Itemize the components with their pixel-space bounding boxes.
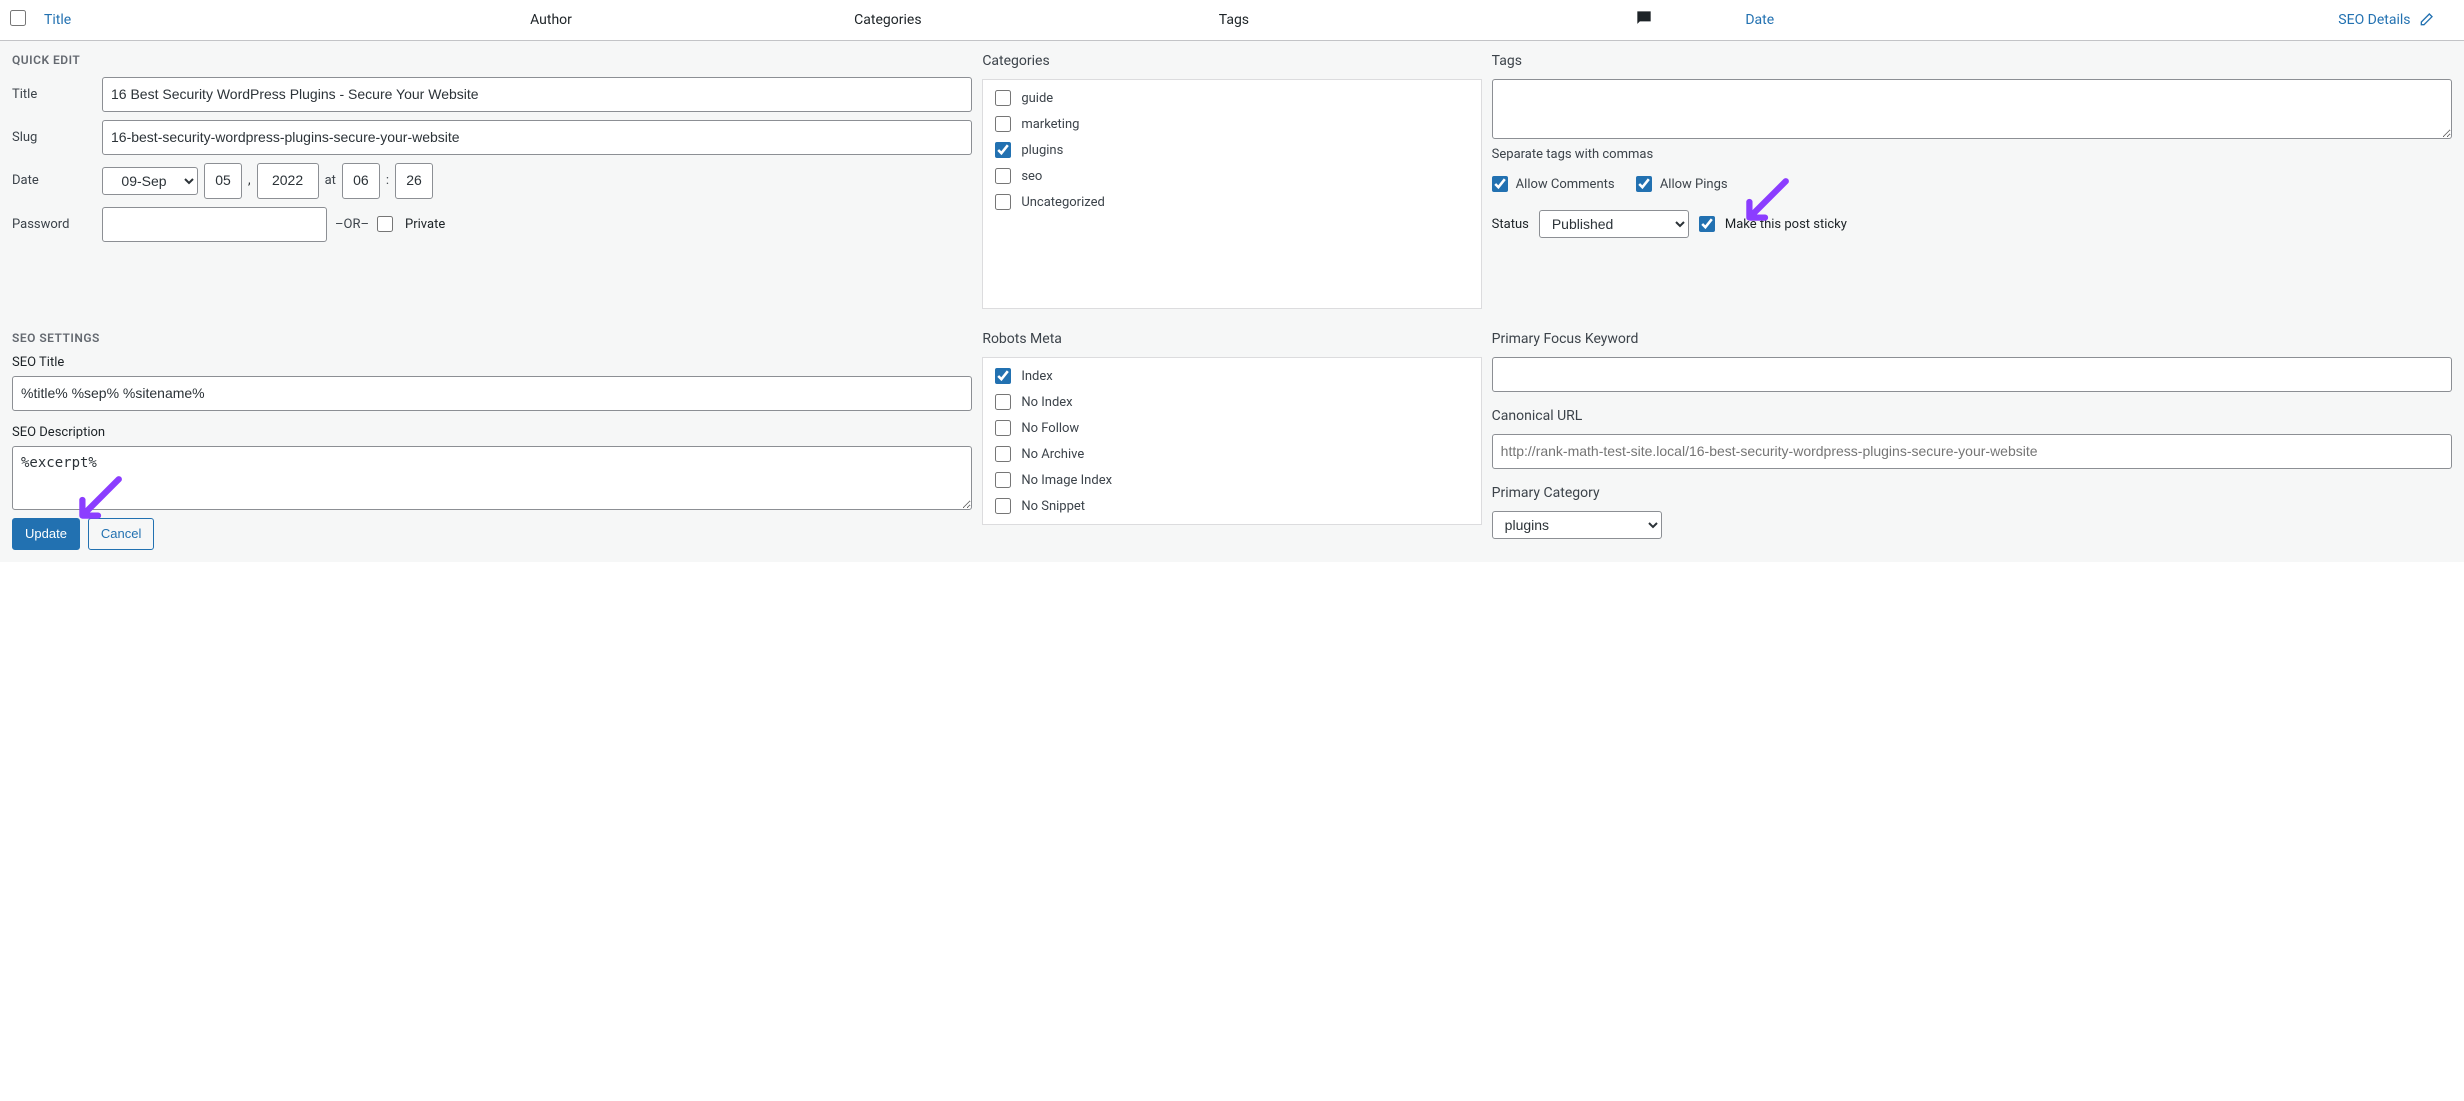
category-label: plugins xyxy=(1021,143,1063,158)
update-button[interactable]: Update xyxy=(12,518,80,550)
robots-item: No Snippet xyxy=(995,498,1468,514)
date-label: Date xyxy=(12,173,94,188)
category-item: marketing xyxy=(995,116,1468,132)
colon-text: : xyxy=(386,173,389,188)
column-author: Author xyxy=(530,12,854,28)
hour-input[interactable] xyxy=(342,163,380,198)
focus-keyword-input[interactable] xyxy=(1492,357,2452,392)
robots-item: No Image Index xyxy=(995,472,1468,488)
robots-checkbox[interactable] xyxy=(995,498,1011,514)
canonical-url-label: Canonical URL xyxy=(1492,408,2452,424)
pencil-icon xyxy=(2418,12,2434,28)
day-input[interactable] xyxy=(204,163,242,198)
seo-settings-heading: SEO SETTINGS xyxy=(12,331,972,345)
categories-heading: Categories xyxy=(982,53,1481,69)
robots-label: No Index xyxy=(1021,395,1072,410)
status-select[interactable]: Published xyxy=(1539,210,1689,238)
category-item: plugins xyxy=(995,142,1468,158)
allow-pings-checkbox[interactable] xyxy=(1636,176,1652,192)
robots-meta-heading: Robots Meta xyxy=(982,331,1481,347)
category-item: Uncategorized xyxy=(995,194,1468,210)
sticky-checkbox[interactable] xyxy=(1699,216,1715,232)
private-label: Private xyxy=(405,217,445,232)
year-input[interactable] xyxy=(257,163,319,198)
robots-item: No Archive xyxy=(995,446,1468,462)
column-title[interactable]: Title xyxy=(44,12,530,28)
category-label: Uncategorized xyxy=(1021,195,1104,210)
robots-label: No Image Index xyxy=(1021,473,1112,488)
column-seo-details[interactable]: SEO Details xyxy=(2029,12,2454,28)
robots-label: No Archive xyxy=(1021,447,1084,462)
category-item: guide xyxy=(995,90,1468,106)
month-select[interactable]: 09-Sep xyxy=(102,167,198,195)
allow-comments-checkbox[interactable] xyxy=(1492,176,1508,192)
tags-textarea[interactable] xyxy=(1492,79,2452,139)
column-comments xyxy=(1543,8,1746,32)
password-label: Password xyxy=(12,217,94,232)
category-item: seo xyxy=(995,168,1468,184)
robots-item: No Index xyxy=(995,394,1468,410)
canonical-url-input[interactable] xyxy=(1492,434,2452,469)
allow-comments-label: Allow Comments xyxy=(1516,177,1615,192)
slug-label: Slug xyxy=(12,130,94,145)
primary-category-label: Primary Category xyxy=(1492,485,2452,501)
title-label: Title xyxy=(12,87,94,102)
at-text: at xyxy=(325,173,336,188)
robots-checkbox[interactable] xyxy=(995,446,1011,462)
or-text: –OR– xyxy=(335,217,369,232)
select-all-checkbox[interactable] xyxy=(10,10,26,26)
category-checkbox[interactable] xyxy=(995,90,1011,106)
category-label: seo xyxy=(1021,169,1042,184)
focus-keyword-label: Primary Focus Keyword xyxy=(1492,331,2452,347)
quick-edit-panel: QUICK EDIT Title Slug Date 09-Sep , xyxy=(0,41,2464,562)
slug-input[interactable] xyxy=(102,120,972,155)
category-checkbox[interactable] xyxy=(995,168,1011,184)
robots-item: Index xyxy=(995,368,1468,384)
tags-heading: Tags xyxy=(1492,53,2452,69)
robots-box: Index No Index No Follow No Archive No Image… xyxy=(982,357,1481,525)
title-input[interactable] xyxy=(102,77,972,112)
category-checkbox[interactable] xyxy=(995,142,1011,158)
column-categories: Categories xyxy=(854,12,1219,28)
minute-input[interactable] xyxy=(395,163,433,198)
categories-box: guide marketing plugins seo Uncategorized xyxy=(982,79,1481,309)
posts-table-header: Title Author Categories Tags Date SEO De… xyxy=(0,0,2464,41)
quick-edit-heading: QUICK EDIT xyxy=(12,53,972,67)
robots-item: No Follow xyxy=(995,420,1468,436)
status-label: Status xyxy=(1492,217,1529,232)
seo-description-textarea[interactable]: %excerpt% xyxy=(12,446,972,510)
seo-title-label: SEO Title xyxy=(12,355,972,370)
column-date[interactable]: Date xyxy=(1745,12,2029,28)
primary-category-select[interactable]: plugins xyxy=(1492,511,1662,539)
robots-checkbox[interactable] xyxy=(995,472,1011,488)
category-checkbox[interactable] xyxy=(995,116,1011,132)
annotation-arrow-icon xyxy=(1739,176,1791,228)
robots-checkbox[interactable] xyxy=(995,420,1011,436)
comment-icon xyxy=(1634,8,1654,28)
tags-hint: Separate tags with commas xyxy=(1492,147,2452,162)
robots-checkbox[interactable] xyxy=(995,394,1011,410)
robots-label: Index xyxy=(1021,369,1052,384)
category-label: marketing xyxy=(1021,117,1079,132)
category-checkbox[interactable] xyxy=(995,194,1011,210)
category-label: guide xyxy=(1021,91,1053,106)
password-input[interactable] xyxy=(102,207,327,242)
private-checkbox[interactable] xyxy=(377,216,393,232)
annotation-arrow-icon xyxy=(72,474,124,526)
column-tags: Tags xyxy=(1219,12,1543,28)
allow-pings-label: Allow Pings xyxy=(1660,177,1728,192)
robots-checkbox[interactable] xyxy=(995,368,1011,384)
robots-label: No Follow xyxy=(1021,421,1079,436)
seo-desc-label: SEO Description xyxy=(12,425,972,440)
comma-text: , xyxy=(248,173,251,188)
robots-label: No Snippet xyxy=(1021,499,1085,514)
seo-title-input[interactable] xyxy=(12,376,972,411)
